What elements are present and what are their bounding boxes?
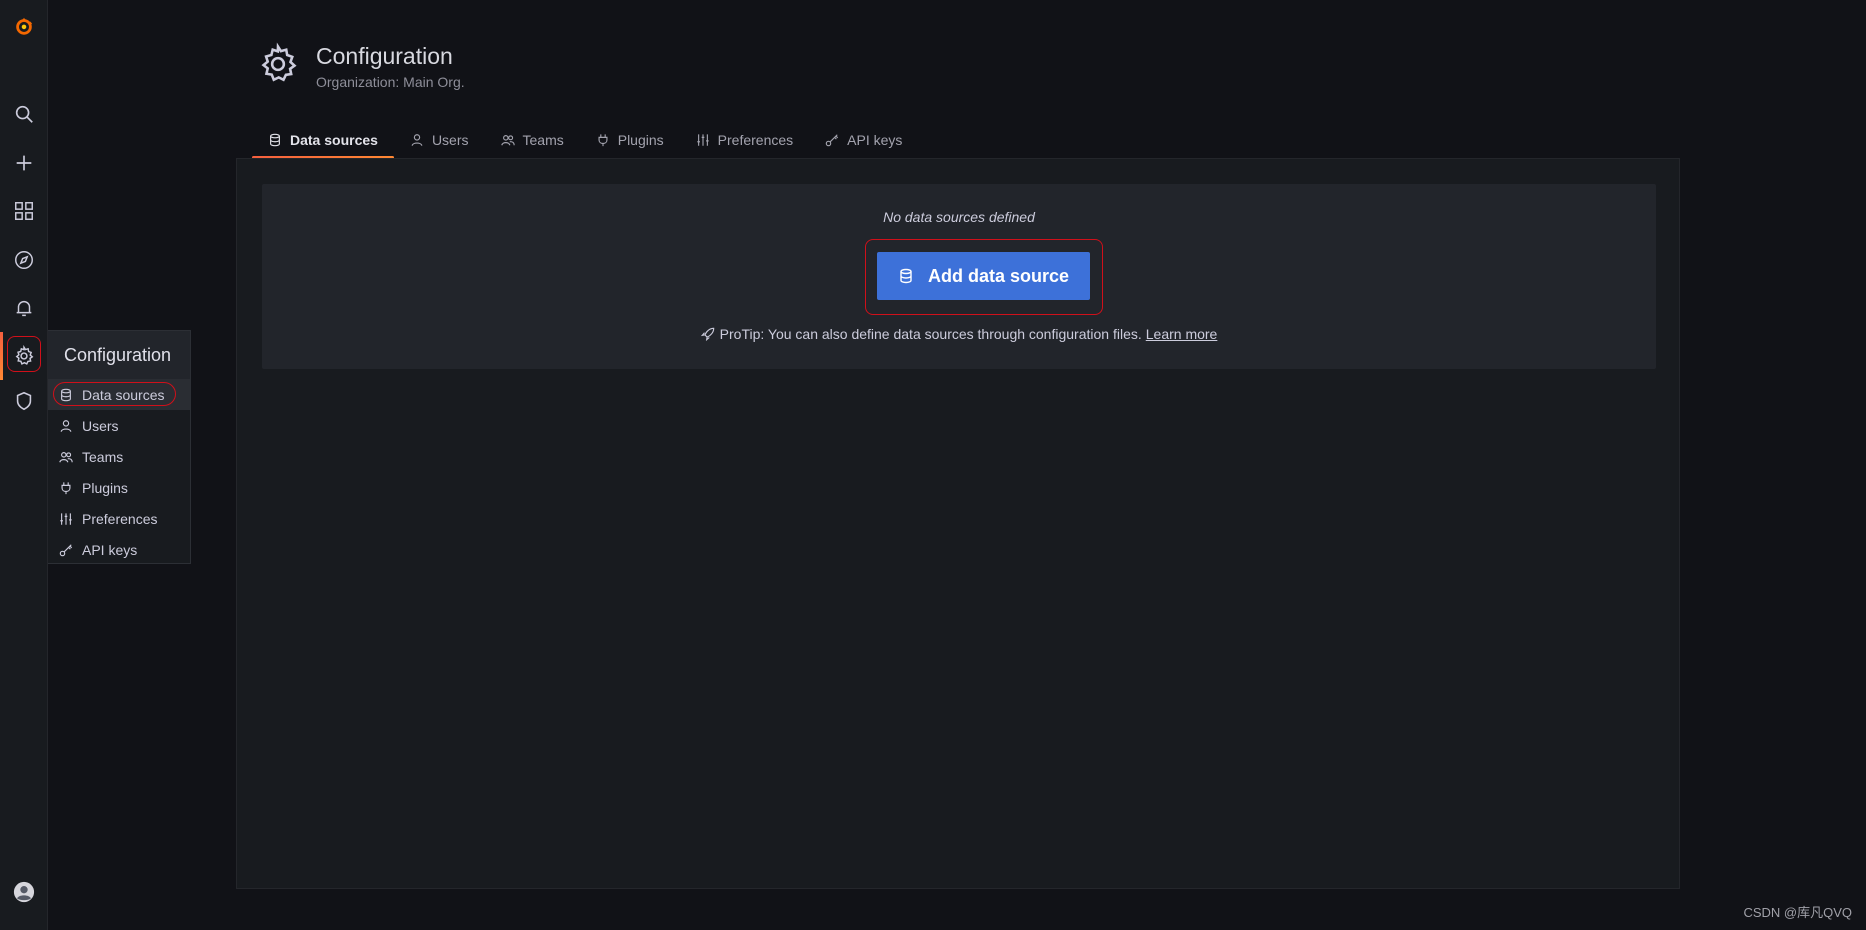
plug-icon <box>61 481 71 494</box>
plus-icon[interactable] <box>0 143 48 183</box>
rocket-icon <box>700 327 714 341</box>
tab-label: Users <box>431 132 469 148</box>
flyout-item-data-sources[interactable]: Data sources <box>48 379 190 410</box>
tab-api-keys[interactable]: API keys <box>809 124 918 156</box>
grafana-logo-icon[interactable] <box>0 6 48 46</box>
flyout-title[interactable]: Configuration <box>48 331 190 379</box>
empty-state-message: No data sources defined <box>883 209 1035 225</box>
dashboards-icon[interactable] <box>0 191 48 231</box>
sliders-icon <box>696 134 709 146</box>
gear-icon[interactable] <box>0 332 48 380</box>
tab-label: Plugins <box>617 132 664 148</box>
flyout-item-label: Plugins <box>82 479 128 496</box>
explore-icon[interactable] <box>0 240 48 280</box>
flyout-item-label: Users <box>82 417 119 434</box>
flyout-item-label: Teams <box>82 448 124 465</box>
tab-label: Preferences <box>717 132 794 148</box>
flyout-item-plugins[interactable]: Plugins <box>48 472 190 503</box>
tab-data-sources[interactable]: Data sources <box>252 124 394 159</box>
user-icon <box>60 419 72 432</box>
users-icon <box>59 451 73 462</box>
content-panel: No data sources defined Add data source … <box>236 158 1680 889</box>
tab-plugins[interactable]: Plugins <box>580 124 680 156</box>
empty-state-card: No data sources defined Add data source … <box>262 184 1656 369</box>
users-icon <box>500 135 515 146</box>
user-icon <box>411 134 423 146</box>
tab-label: Teams <box>522 132 564 148</box>
page-subtitle: Organization: Main Org. <box>316 74 465 90</box>
database-icon <box>270 133 280 147</box>
tab-teams[interactable]: Teams <box>485 124 580 156</box>
watermark: CSDN @库凡QVQ <box>1743 905 1852 920</box>
add-data-source-button[interactable]: Add data source <box>877 252 1090 300</box>
protip-text: ProTip: You can also define data sources… <box>719 326 1142 342</box>
config-flyout-menu: Configuration Data sources Users Teams P… <box>48 330 191 564</box>
protip: ProTip: You can also define data sources… <box>262 326 1656 342</box>
shield-icon[interactable] <box>0 381 48 421</box>
search-icon[interactable] <box>0 94 48 134</box>
flyout-item-preferences[interactable]: Preferences <box>48 503 190 534</box>
flyout-item-label: API keys <box>82 541 138 558</box>
page-header: Configuration Organization: Main Org. <box>256 42 465 91</box>
gear-icon <box>256 42 300 91</box>
sidebar <box>0 0 48 930</box>
add-data-source-label: Add data source <box>927 265 1070 286</box>
flyout-item-users[interactable]: Users <box>48 410 190 441</box>
alert-bell-icon[interactable] <box>0 288 48 328</box>
sliders-icon <box>60 512 72 525</box>
flyout-item-teams[interactable]: Teams <box>48 441 190 472</box>
key-icon <box>825 134 839 147</box>
flyout-item-label: Data sources <box>82 386 165 403</box>
tab-label: Data sources <box>290 132 378 148</box>
tab-label: API keys <box>847 132 903 148</box>
flyout-item-label: Preferences <box>82 510 158 527</box>
database-icon <box>900 268 912 284</box>
user-avatar-icon[interactable] <box>0 872 48 912</box>
config-tabs: Data sources Users Teams Plugins Prefere… <box>252 124 918 159</box>
tab-users[interactable]: Users <box>394 124 485 156</box>
plug-icon <box>598 134 608 147</box>
tab-preferences[interactable]: Preferences <box>680 124 809 156</box>
database-icon <box>61 388 71 401</box>
page-title: Configuration <box>316 43 453 69</box>
flyout-item-api-keys[interactable]: API keys <box>48 534 190 565</box>
learn-more-link[interactable]: Learn more <box>1146 326 1218 342</box>
key-icon <box>59 543 73 556</box>
